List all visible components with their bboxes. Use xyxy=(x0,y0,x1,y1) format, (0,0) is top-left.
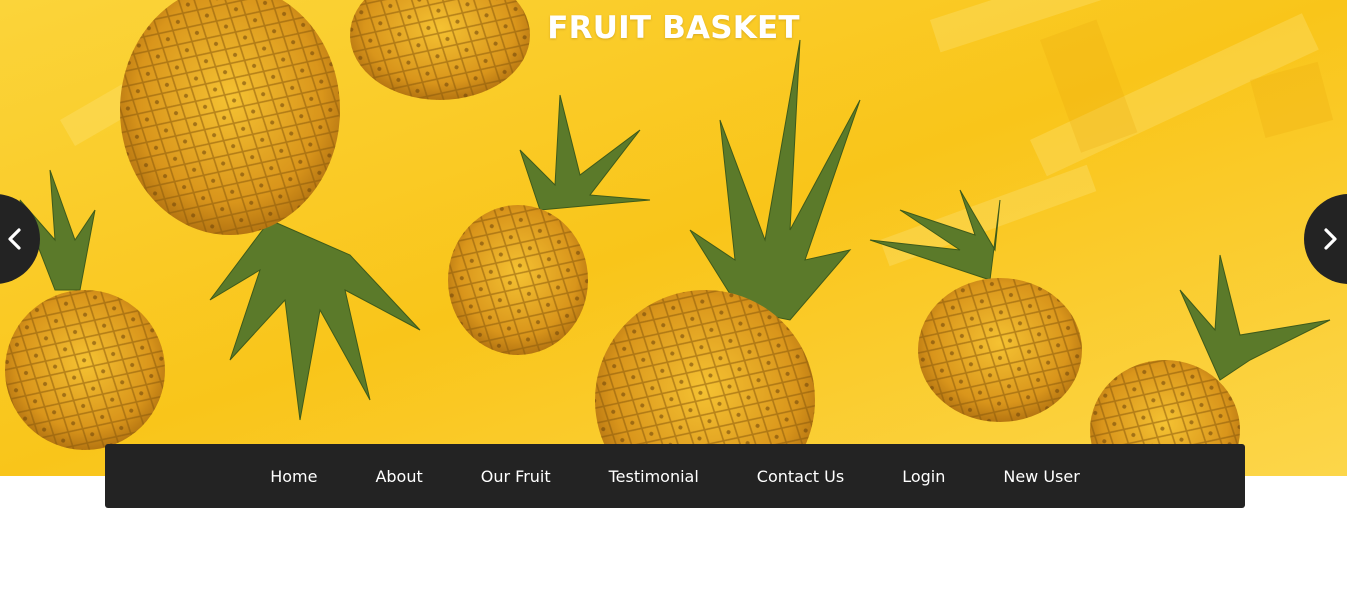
nav-item-new-user[interactable]: New User xyxy=(974,467,1108,486)
site-title: FRUIT BASKET xyxy=(547,10,800,46)
nav-item-contact-us[interactable]: Contact Us xyxy=(728,467,873,486)
chevron-right-icon xyxy=(1324,228,1337,250)
pineapples-background-image xyxy=(0,0,1347,476)
nav-item-home[interactable]: Home xyxy=(241,467,346,486)
nav-item-our-fruit[interactable]: Our Fruit xyxy=(452,467,580,486)
chevron-left-icon xyxy=(8,228,21,250)
hero-banner: FRUIT BASKET xyxy=(0,0,1347,476)
nav-list: Home About Our Fruit Testimonial Contact… xyxy=(105,444,1245,508)
nav-item-login[interactable]: Login xyxy=(873,467,974,486)
nav-item-testimonial[interactable]: Testimonial xyxy=(580,467,728,486)
nav-item-about[interactable]: About xyxy=(346,467,451,486)
main-navigation: Home About Our Fruit Testimonial Contact… xyxy=(105,444,1245,508)
